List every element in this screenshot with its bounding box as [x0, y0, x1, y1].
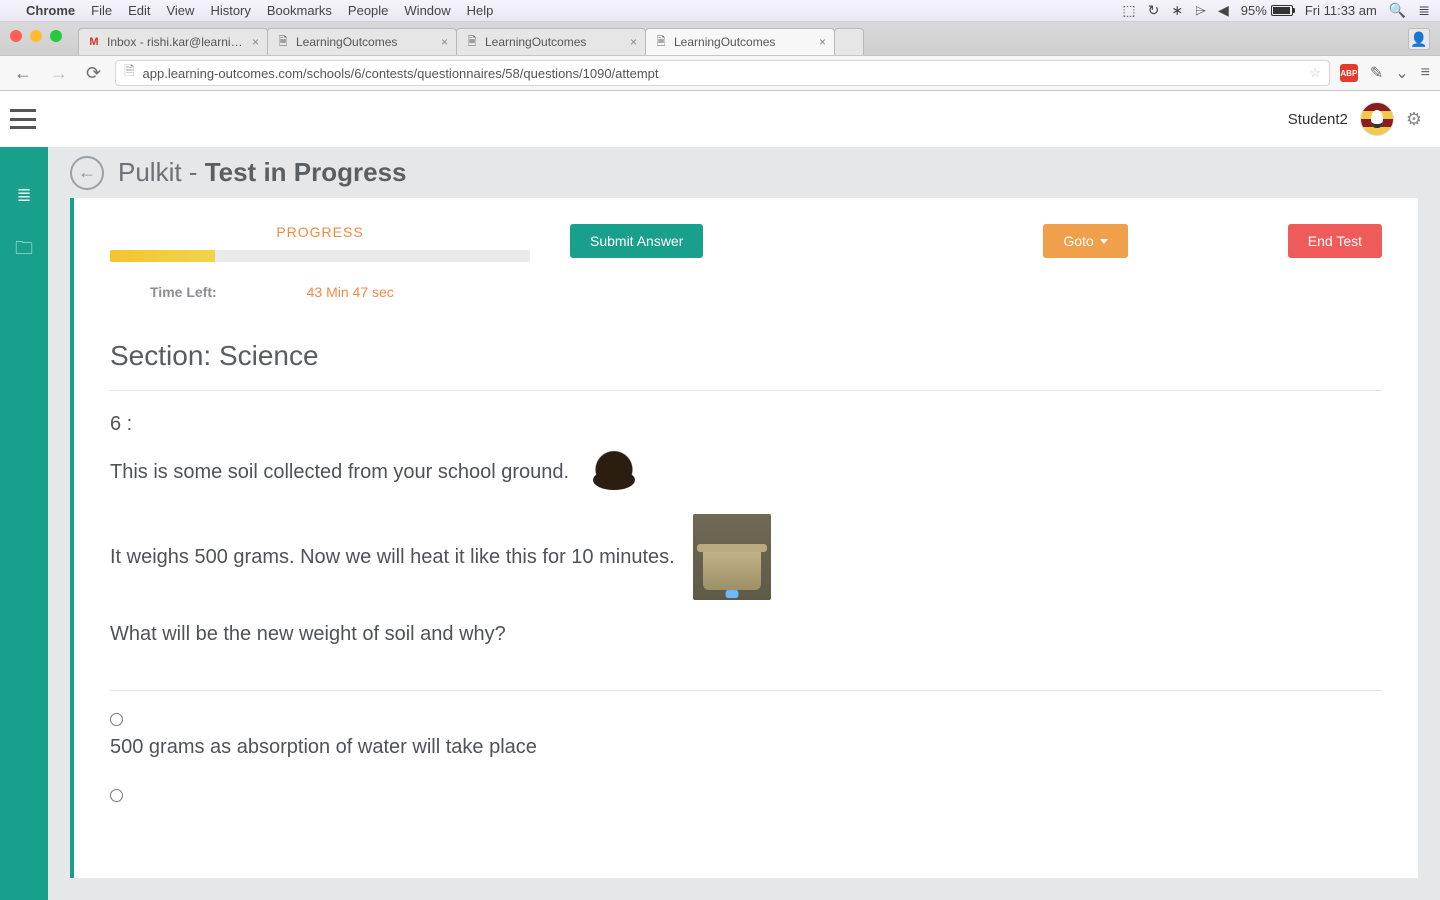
tab-close-icon[interactable]: ×: [252, 35, 259, 49]
nav-forward-button[interactable]: →: [46, 61, 72, 86]
menu-edit[interactable]: Edit: [128, 3, 150, 18]
app-name[interactable]: Chrome: [26, 3, 75, 18]
browser-tab[interactable]: 🗎 LearningOutcomes ×: [456, 28, 646, 55]
question-number: 6 :: [110, 413, 1382, 436]
chrome-toolbar: ← → ⟳ 🗎 app.learning-outcomes.com/school…: [0, 55, 1440, 91]
macos-menubar: Chrome File Edit View History Bookmarks …: [0, 0, 1440, 22]
chrome-profile-button[interactable]: 👤: [1408, 28, 1430, 50]
adblock-extension-icon[interactable]: ABP: [1340, 64, 1358, 82]
progress-fill: [110, 250, 215, 262]
goto-dropdown-button[interactable]: Goto: [1043, 224, 1127, 258]
new-tab-button[interactable]: [834, 28, 864, 55]
battery-status[interactable]: 95%: [1241, 3, 1293, 18]
menu-help[interactable]: Help: [467, 3, 494, 18]
page-back-button[interactable]: ←: [70, 156, 104, 190]
url-text: app.learning-outcomes.com/schools/6/cont…: [143, 66, 1302, 81]
chrome-menu-icon[interactable]: ≡: [1421, 64, 1430, 82]
tab-title: LearningOutcomes: [674, 35, 813, 49]
volume-icon[interactable]: ◀: [1218, 2, 1229, 19]
username-label: Student2: [1288, 111, 1348, 128]
end-test-label: End Test: [1308, 233, 1362, 249]
page-favicon-icon: 🗎: [465, 35, 479, 49]
content-card: PROGRESS Submit Answer Goto End Test Tim…: [70, 198, 1418, 878]
page-favicon-icon: 🗎: [276, 35, 290, 49]
gmail-favicon-icon: M: [87, 35, 101, 49]
spotlight-icon[interactable]: 🔍: [1389, 2, 1406, 19]
question-line-3: What will be the new weight of soil and …: [110, 618, 506, 650]
battery-percent: 95%: [1241, 3, 1267, 18]
time-left-value: 43 Min 47 sec: [307, 284, 394, 300]
progress-bar: [110, 250, 530, 262]
tab-title: LearningOutcomes: [296, 35, 435, 49]
option-radio-2[interactable]: [110, 789, 123, 802]
rail-list-icon[interactable]: ≣: [16, 185, 31, 206]
tab-title: LearningOutcomes: [485, 35, 624, 49]
menu-history[interactable]: History: [210, 3, 250, 18]
window-close-button[interactable]: [10, 30, 22, 42]
tab-title: Inbox - rishi.kar@learning-: [107, 35, 246, 49]
section-title: Section: Science: [110, 340, 1382, 372]
answer-options: 500 grams as absorption of water will ta…: [110, 713, 1382, 808]
browser-tab-active[interactable]: 🗎 LearningOutcomes ×: [645, 28, 835, 55]
window-minimize-button[interactable]: [30, 30, 42, 42]
app-topbar: Student2 ⚙: [0, 91, 1440, 147]
progress-label: PROGRESS: [110, 224, 530, 240]
window-zoom-button[interactable]: [50, 30, 62, 42]
question-line-1: This is some soil collected from your sc…: [110, 456, 569, 488]
question-line-2: It weighs 500 grams. Now we will heat it…: [110, 541, 675, 573]
nav-back-button[interactable]: ←: [10, 61, 36, 86]
browser-tab[interactable]: 🗎 LearningOutcomes ×: [267, 28, 457, 55]
bookmark-star-icon[interactable]: ☆: [1309, 65, 1321, 81]
end-test-button[interactable]: End Test: [1288, 224, 1382, 258]
tab-close-icon[interactable]: ×: [441, 35, 448, 49]
bluetooth-icon[interactable]: ∗: [1171, 2, 1183, 19]
notification-center-icon[interactable]: ≣: [1418, 2, 1430, 19]
sidebar-toggle-button[interactable]: [10, 109, 36, 129]
clock[interactable]: Fri 11:33 am: [1305, 3, 1377, 18]
page-favicon-icon: 🗎: [654, 35, 668, 49]
page-title: Pulkit - Test in Progress: [118, 157, 407, 188]
caret-down-icon: [1100, 239, 1108, 244]
option-label-1: 500 grams as absorption of water will ta…: [110, 736, 1382, 759]
menu-bookmarks[interactable]: Bookmarks: [267, 3, 332, 18]
evernote-extension-icon[interactable]: ✎: [1370, 63, 1383, 83]
timemachine-icon[interactable]: ↻: [1148, 2, 1160, 19]
heating-pot-image: [693, 514, 771, 600]
avatar[interactable]: [1360, 102, 1394, 136]
menu-view[interactable]: View: [166, 3, 194, 18]
battery-icon: [1271, 5, 1293, 16]
submit-answer-label: Submit Answer: [590, 233, 683, 249]
soil-image: [587, 448, 641, 496]
page-title-bold: Test in Progress: [205, 157, 407, 187]
option-radio-1[interactable]: [110, 713, 123, 726]
site-info-icon[interactable]: 🗎: [124, 62, 134, 84]
rail-folder-icon[interactable]: 🗀: [15, 236, 33, 266]
tab-close-icon[interactable]: ×: [819, 35, 826, 49]
browser-tab[interactable]: M Inbox - rishi.kar@learning- ×: [78, 28, 268, 55]
address-bar[interactable]: 🗎 app.learning-outcomes.com/schools/6/co…: [115, 60, 1330, 86]
settings-gear-icon[interactable]: ⚙: [1406, 109, 1422, 130]
window-controls: [10, 30, 62, 42]
divider: [110, 690, 1382, 691]
page-title-prefix: Pulkit -: [118, 157, 205, 187]
menu-window[interactable]: Window: [404, 3, 450, 18]
nav-reload-button[interactable]: ⟳: [82, 61, 105, 86]
page-header: ← Pulkit - Test in Progress: [48, 147, 1440, 198]
wifi-icon[interactable]: ⌲: [1195, 2, 1206, 19]
tab-close-icon[interactable]: ×: [630, 35, 637, 49]
pocket-extension-icon[interactable]: ⌄: [1395, 63, 1408, 83]
submit-answer-button[interactable]: Submit Answer: [570, 224, 703, 258]
menu-file[interactable]: File: [91, 3, 112, 18]
side-rail: ≣ 🗀: [0, 147, 48, 900]
chrome-tabstrip: M Inbox - rishi.kar@learning- × 🗎 Learni…: [0, 22, 1440, 55]
menu-people[interactable]: People: [348, 3, 388, 18]
dropbox-icon[interactable]: ⬚: [1122, 2, 1135, 19]
divider: [110, 390, 1382, 391]
goto-label: Goto: [1063, 233, 1093, 249]
time-left-label: Time Left:: [150, 284, 217, 300]
